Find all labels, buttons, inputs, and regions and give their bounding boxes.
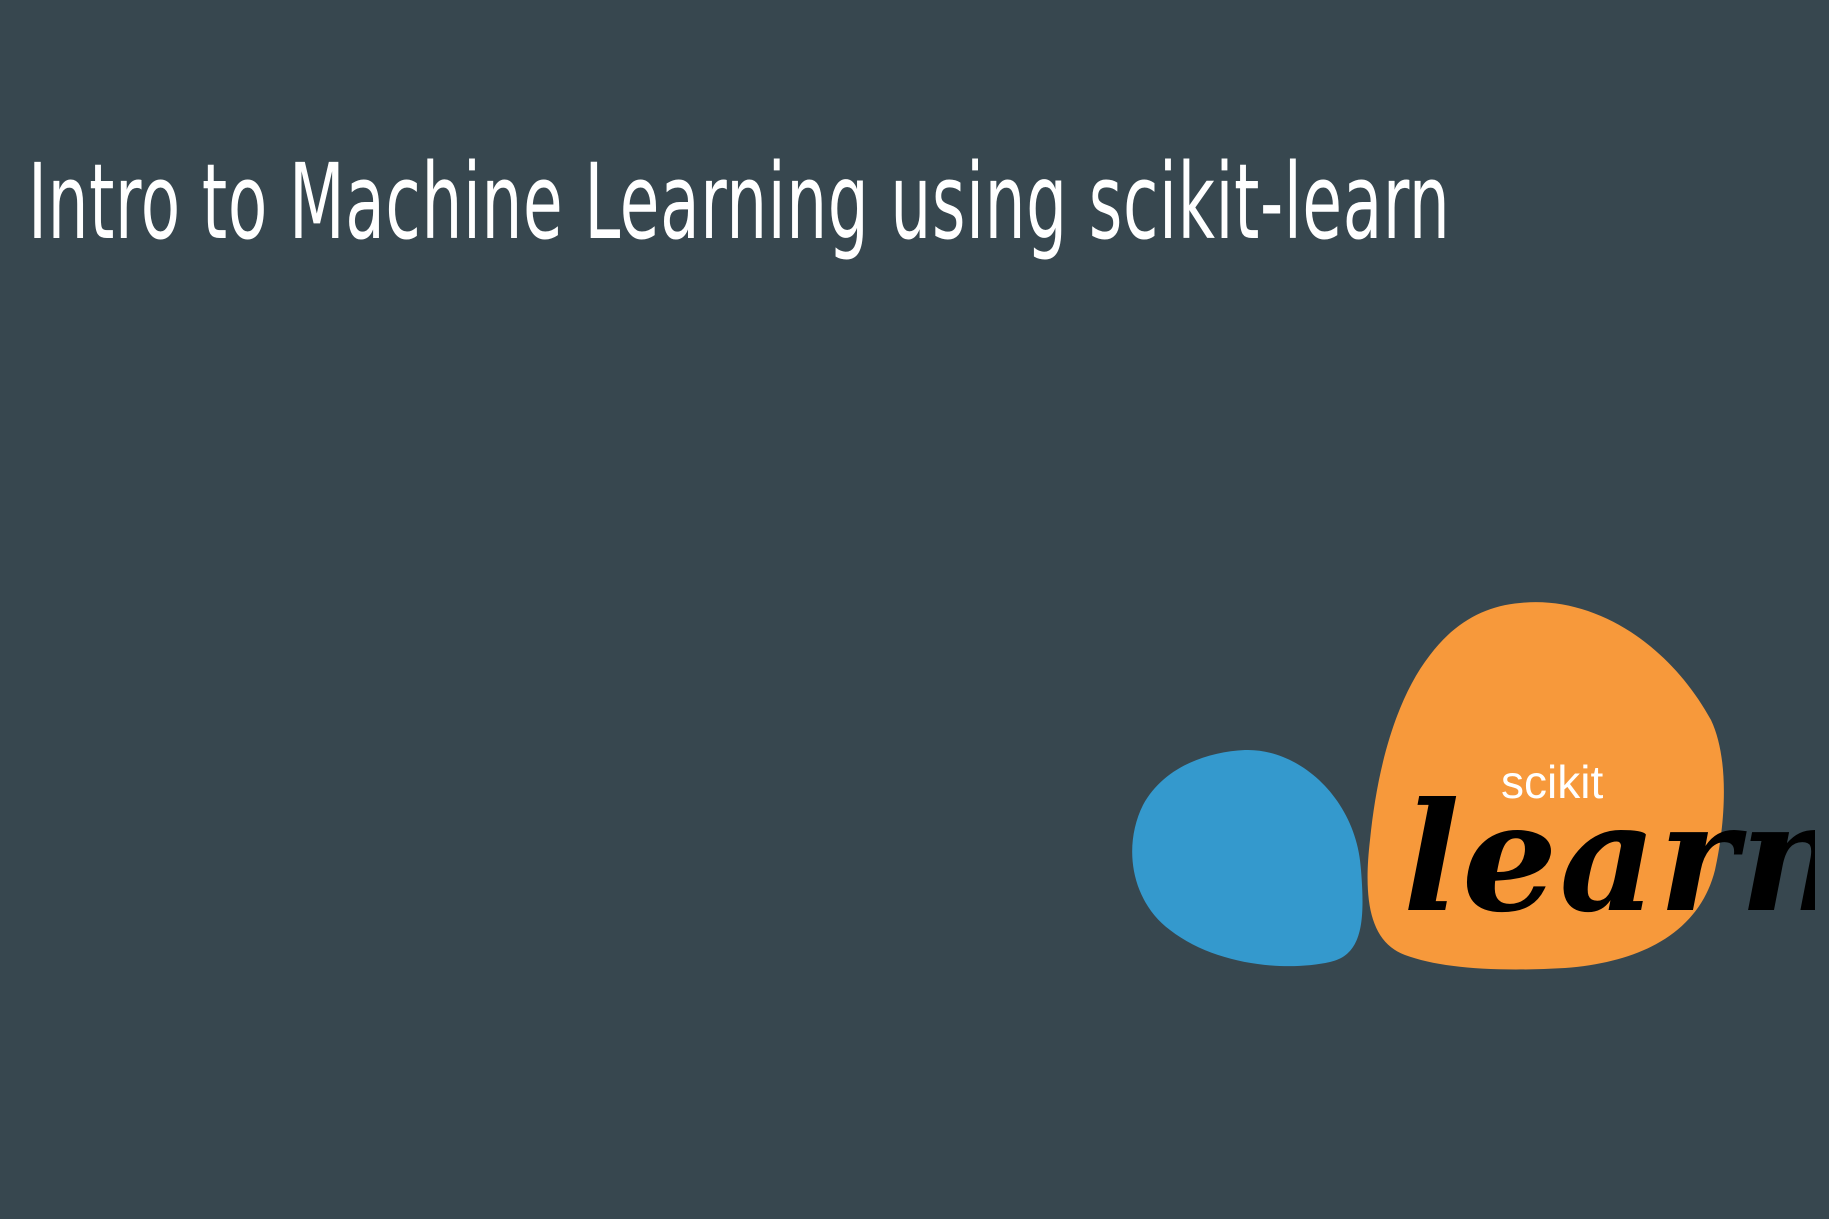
slide: Intro to Machine Learning using scikit-l… bbox=[0, 0, 1829, 1219]
logo-blue-blob bbox=[1132, 749, 1363, 967]
scikit-learn-logo: scikit learn bbox=[1125, 600, 1815, 980]
slide-title: Intro to Machine Learning using scikit-l… bbox=[28, 141, 1451, 263]
scikit-learn-logo-graphic: scikit learn bbox=[1132, 602, 1815, 970]
logo-text-learn: learn bbox=[1403, 770, 1815, 946]
